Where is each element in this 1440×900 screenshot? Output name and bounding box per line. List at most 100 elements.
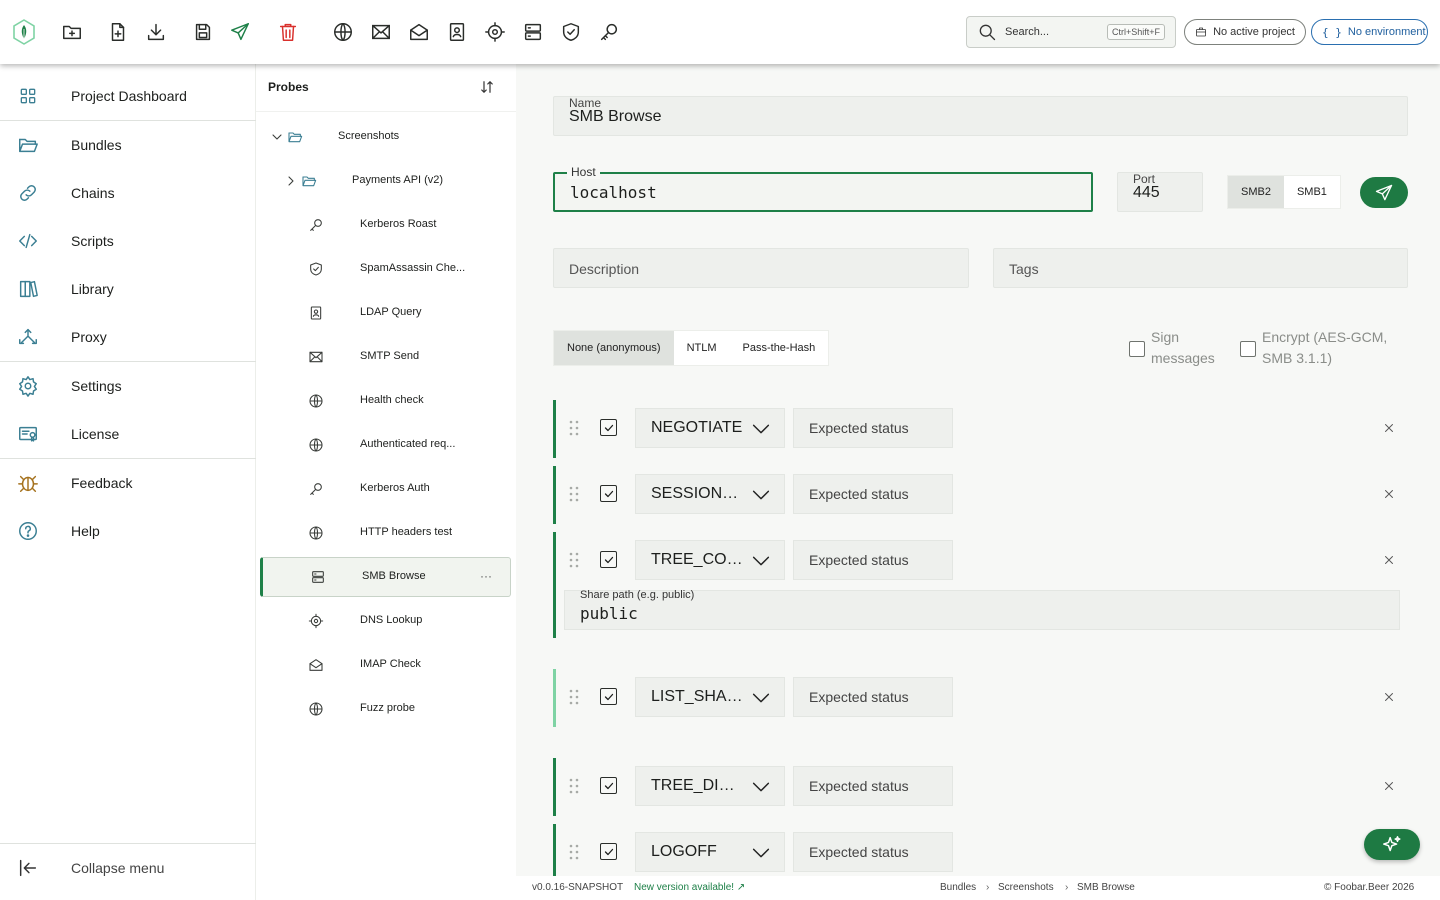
new-folder-button[interactable] <box>60 20 84 44</box>
ai-assist-button[interactable] <box>1364 829 1420 860</box>
new-smtp-probe-button[interactable] <box>369 20 393 44</box>
smb1-option[interactable]: SMB1 <box>1284 176 1340 208</box>
save-button[interactable] <box>191 20 215 44</box>
close-icon[interactable] <box>1382 421 1396 435</box>
share-path-field[interactable]: Share path (e.g. public) public <box>564 589 1400 630</box>
globe-icon <box>309 438 323 452</box>
step-command-select[interactable]: TREE_DISCONNECT <box>635 766 785 806</box>
sidebar-item-settings[interactable]: Settings <box>0 362 256 410</box>
new-imap-probe-button[interactable] <box>407 20 431 44</box>
tree-item-health-check[interactable]: Health check <box>260 381 511 421</box>
collapse-menu-button[interactable]: Collapse menu <box>0 844 256 892</box>
expected-status-input[interactable]: Expected status <box>793 408 953 448</box>
step-command-select[interactable]: TREE_CONNECT <box>635 540 785 580</box>
tree-item-ldap-query[interactable]: LDAP Query <box>260 293 511 333</box>
step-command-select[interactable]: SESSION_SETUP <box>635 474 785 514</box>
expected-status-input[interactable]: Expected status <box>793 766 953 806</box>
encrypt-checkbox[interactable] <box>1240 341 1256 357</box>
port-field[interactable]: Port 445 <box>1117 172 1203 212</box>
briefcase-icon <box>1196 27 1206 37</box>
tree-item-kerberos-roast[interactable]: Kerberos Roast <box>260 205 511 245</box>
search-box[interactable]: Search... Ctrl+Shift+F <box>966 16 1176 48</box>
tree-folder-payments-api[interactable]: Payments API (v2) <box>260 161 511 201</box>
auth-pth-option[interactable]: Pass-the-Hash <box>730 331 829 365</box>
close-icon[interactable] <box>1382 553 1396 567</box>
step-enabled-checkbox[interactable] <box>600 485 617 502</box>
sidebar-item-bundles[interactable]: Bundles <box>0 121 256 169</box>
drag-handle-icon[interactable] <box>569 552 579 568</box>
delete-button[interactable] <box>276 20 300 44</box>
step-enabled-checkbox[interactable] <box>600 551 617 568</box>
step-command-select[interactable]: NEGOTIATE <box>635 408 785 448</box>
sort-icon <box>481 81 493 93</box>
sidebar-item-help[interactable]: Help <box>0 507 256 555</box>
sidebar-item-scripts[interactable]: Scripts <box>0 217 256 265</box>
step-enabled-checkbox[interactable] <box>600 777 617 794</box>
description-field[interactable]: Description <box>553 248 969 288</box>
chevron-down-icon <box>752 693 770 703</box>
new-version-link[interactable]: New version available! ↗ <box>634 882 745 893</box>
sidebar-item-feedback[interactable]: Feedback <box>0 459 256 507</box>
drag-handle-icon[interactable] <box>569 778 579 794</box>
sidebar-item-label: Scripts <box>71 233 114 249</box>
close-icon[interactable] <box>1382 487 1396 501</box>
expected-status-input[interactable]: Expected status <box>793 832 953 872</box>
tags-field[interactable]: Tags <box>993 248 1408 288</box>
tree-item-imap-check[interactable]: IMAP Check <box>260 645 511 685</box>
step-enabled-checkbox[interactable] <box>600 843 617 860</box>
sidebar-item-label: Settings <box>71 378 122 394</box>
tree-item-authenticated-request[interactable]: Authenticated req... <box>260 425 511 465</box>
more-options-button[interactable]: ··· <box>480 569 492 583</box>
drag-handle-icon[interactable] <box>569 486 579 502</box>
step-enabled-checkbox[interactable] <box>600 419 617 436</box>
sidebar-item-proxy[interactable]: Proxy <box>0 313 256 361</box>
expected-status-input[interactable]: Expected status <box>793 474 953 514</box>
new-spamassassin-probe-button[interactable] <box>559 20 583 44</box>
host-field[interactable]: Host localhost <box>553 165 1093 212</box>
step-command-select[interactable]: LOGOFF <box>635 832 785 872</box>
tree-item-smtp-send[interactable]: SMTP Send <box>260 337 511 377</box>
smb2-option[interactable]: SMB2 <box>1228 176 1284 208</box>
name-field[interactable]: Name SMB Browse <box>553 96 1408 136</box>
sidebar-item-project-dashboard[interactable]: Project Dashboard <box>0 72 256 120</box>
send-button[interactable] <box>1360 177 1408 208</box>
tree-folder-screenshots[interactable]: Screenshots <box>260 117 511 157</box>
tree-item-dns-lookup[interactable]: DNS Lookup <box>260 601 511 641</box>
new-kerberos-probe-button[interactable] <box>597 20 621 44</box>
drag-handle-icon[interactable] <box>569 420 579 436</box>
new-file-button[interactable] <box>106 20 130 44</box>
active-project-button[interactable]: No active project <box>1184 19 1306 45</box>
sign-messages-checkbox[interactable] <box>1129 341 1145 357</box>
auth-none-option[interactable]: None (anonymous) <box>554 331 674 365</box>
send-toolbar-button[interactable] <box>228 20 252 44</box>
tree-item-fuzz-probe[interactable]: Fuzz probe <box>260 689 511 729</box>
tree-item-smb-browse[interactable]: SMB Browse ··· <box>260 557 511 597</box>
download-button[interactable] <box>144 20 168 44</box>
breadcrumb-bundles[interactable]: Bundles <box>940 882 976 893</box>
new-ldap-probe-button[interactable] <box>445 20 469 44</box>
close-icon[interactable] <box>1382 690 1396 704</box>
sort-button[interactable] <box>478 78 496 96</box>
close-icon[interactable] <box>1382 779 1396 793</box>
step-command-select[interactable]: LIST_SHARES <box>635 677 785 717</box>
expected-status-input[interactable]: Expected status <box>793 540 953 580</box>
tree-item-spamassassin[interactable]: SpamAssassin Che... <box>260 249 511 289</box>
step-row: NEGOTIATE Expected status <box>553 400 1409 458</box>
sidebar-item-chains[interactable]: Chains <box>0 169 256 217</box>
step-enabled-checkbox[interactable] <box>600 688 617 705</box>
tree-item-http-headers-test[interactable]: HTTP headers test <box>260 513 511 553</box>
tree-item-kerberos-auth[interactable]: Kerberos Auth <box>260 469 511 509</box>
sidebar-item-license[interactable]: License <box>0 410 256 458</box>
new-smb-probe-button[interactable] <box>521 20 545 44</box>
environment-button[interactable]: { } No environment <box>1311 19 1428 45</box>
app-logo-icon <box>12 18 36 46</box>
drag-handle-icon[interactable] <box>569 689 579 705</box>
auth-ntlm-option[interactable]: NTLM <box>674 331 730 365</box>
search-shortcut: Ctrl+Shift+F <box>1106 24 1165 40</box>
new-dns-probe-button[interactable] <box>483 20 507 44</box>
expected-status-input[interactable]: Expected status <box>793 677 953 717</box>
drag-handle-icon[interactable] <box>569 844 579 860</box>
breadcrumb-screenshots[interactable]: Screenshots <box>998 882 1054 893</box>
sidebar-item-library[interactable]: Library <box>0 265 256 313</box>
new-http-probe-button[interactable] <box>331 20 355 44</box>
